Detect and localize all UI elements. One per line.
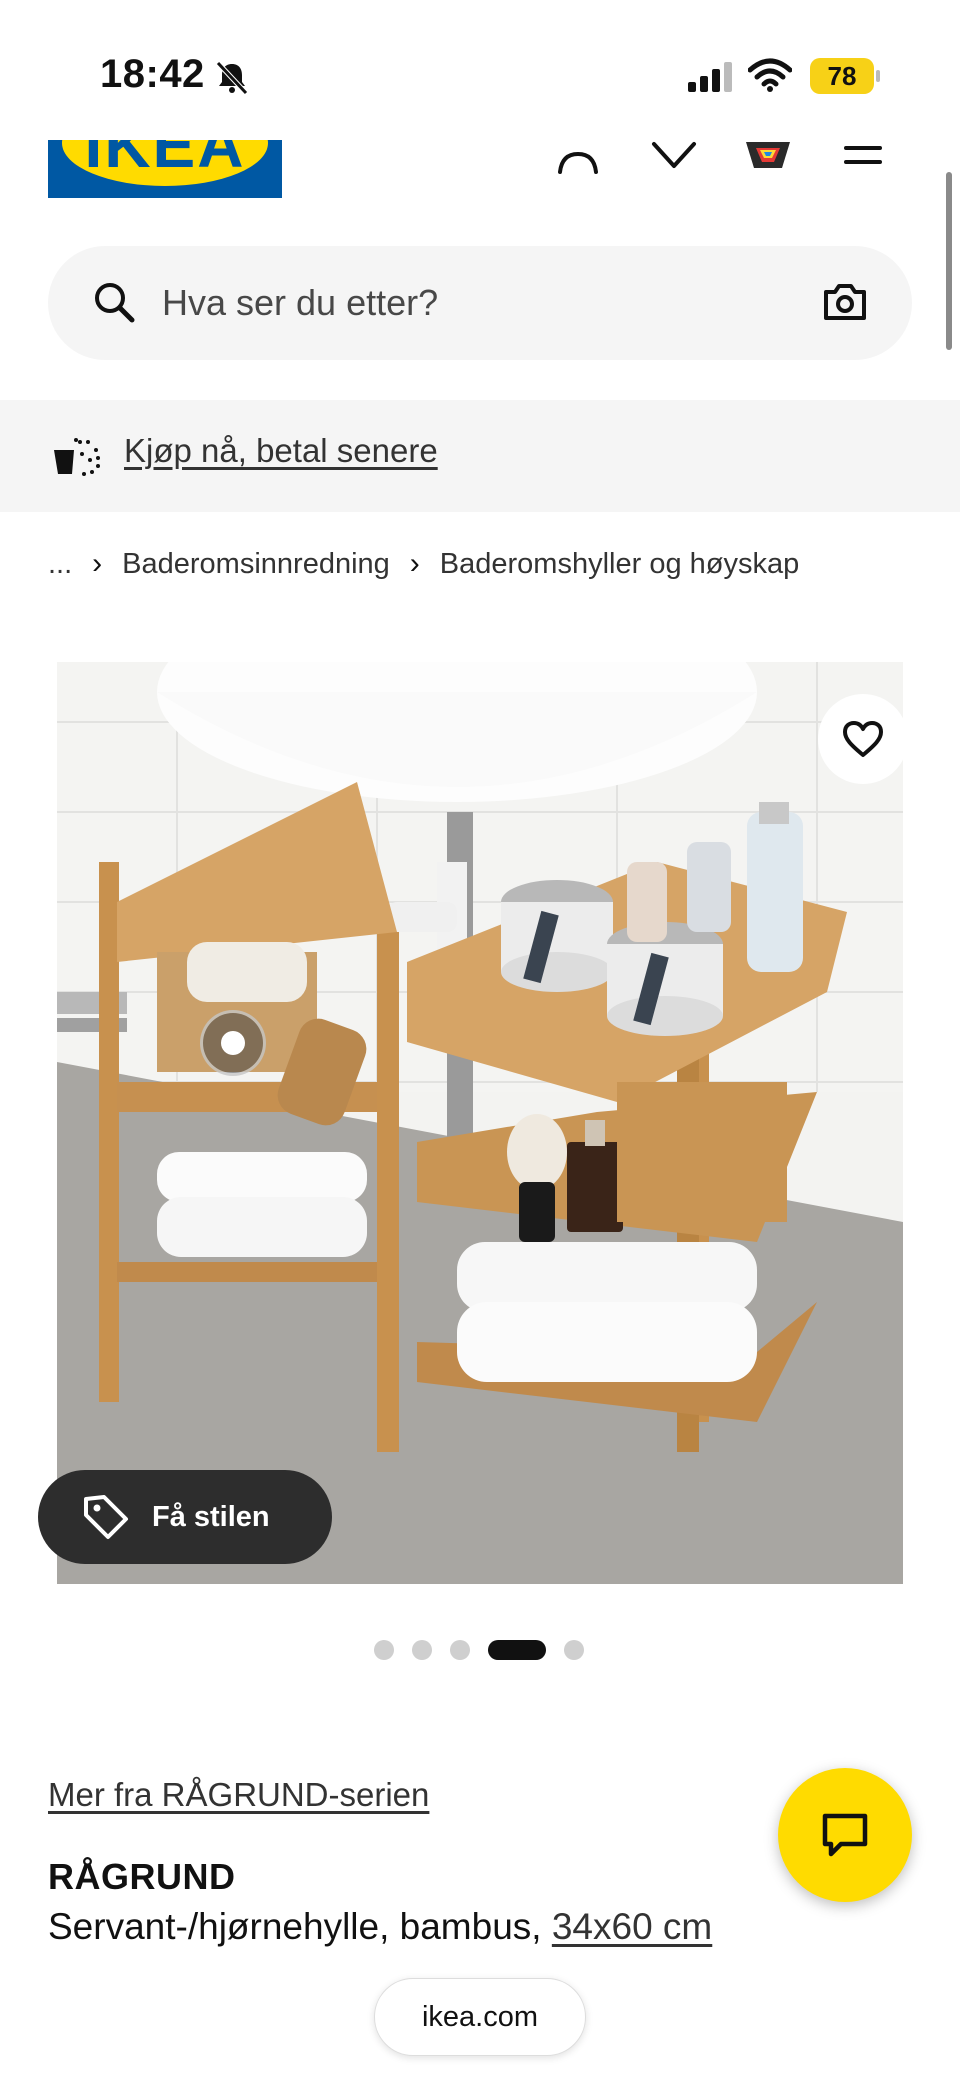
product-hotspot[interactable] [200,1010,266,1076]
product-photo-illustration [57,662,903,1584]
product-size-link[interactable]: 34x60 cm [552,1906,712,1947]
product-description: Servant-/hjørnehylle, bambus, 34x60 cm [48,1906,712,1948]
bell-muted-icon [216,61,248,95]
status-bar: 18:42 78 [0,0,960,140]
battery-level: 78 [827,60,857,91]
get-the-style-button[interactable]: Få stilen [38,1470,332,1564]
carousel-dot-2[interactable] [412,1640,432,1660]
favorites-icon[interactable] [650,136,698,176]
camera-search-icon[interactable] [822,282,868,322]
series-link[interactable]: Mer fra RÅGRUND-serien [48,1776,429,1814]
menu-icon[interactable] [840,136,888,176]
breadcrumb-ellipsis[interactable]: ... [48,548,72,581]
carousel-dot-1[interactable] [374,1640,394,1660]
get-the-style-label: Få stilen [152,1500,270,1533]
breadcrumb-chevron-icon: › [92,547,103,580]
search-bar[interactable] [48,246,912,360]
carousel-dot-4-active[interactable] [488,1640,546,1660]
ikea-logo[interactable]: IKEA [48,140,282,198]
pay-later-icon [54,438,100,476]
product-image[interactable] [57,662,903,1584]
pay-later-link[interactable]: Kjøp nå, betal senere [124,432,438,470]
breadcrumb-chevron-icon: › [409,547,420,580]
carousel-pagination [374,1640,584,1660]
breadcrumb-item-bathroom-shelves[interactable]: Baderomshyller og høyskap [440,548,799,581]
logo-text: IKEA [84,140,246,181]
search-icon [95,283,135,323]
carousel-dot-3[interactable] [450,1640,470,1660]
browser-url-pill[interactable]: ikea.com [374,1978,586,2056]
chat-button[interactable] [778,1768,912,1902]
product-name: RÅGRUND [48,1856,236,1897]
cellular-signal-icon [688,62,732,92]
favorite-button[interactable] [818,694,908,784]
url-text: ikea.com [421,2000,539,2033]
carousel-dot-5[interactable] [564,1640,584,1660]
search-input[interactable] [162,274,762,332]
wifi-icon [748,58,792,92]
promo-banner: Kjøp nå, betal senere [0,400,960,512]
breadcrumb-item-bathroom-furniture[interactable]: Baderomsinnredning [122,548,390,581]
breadcrumb: ... › Baderomsinnredning › Baderomshylle… [48,542,799,586]
scrollbar-thumb[interactable] [946,172,952,350]
tag-icon [84,1495,128,1539]
cart-icon[interactable] [744,136,792,176]
battery-indicator: 78 [810,58,880,94]
account-icon[interactable] [554,136,602,176]
product-description-text: Servant-/hjørnehylle, bambus, [48,1906,552,1947]
chat-icon [822,1813,868,1857]
status-time: 18:42 [100,52,205,96]
heart-icon [843,721,883,757]
